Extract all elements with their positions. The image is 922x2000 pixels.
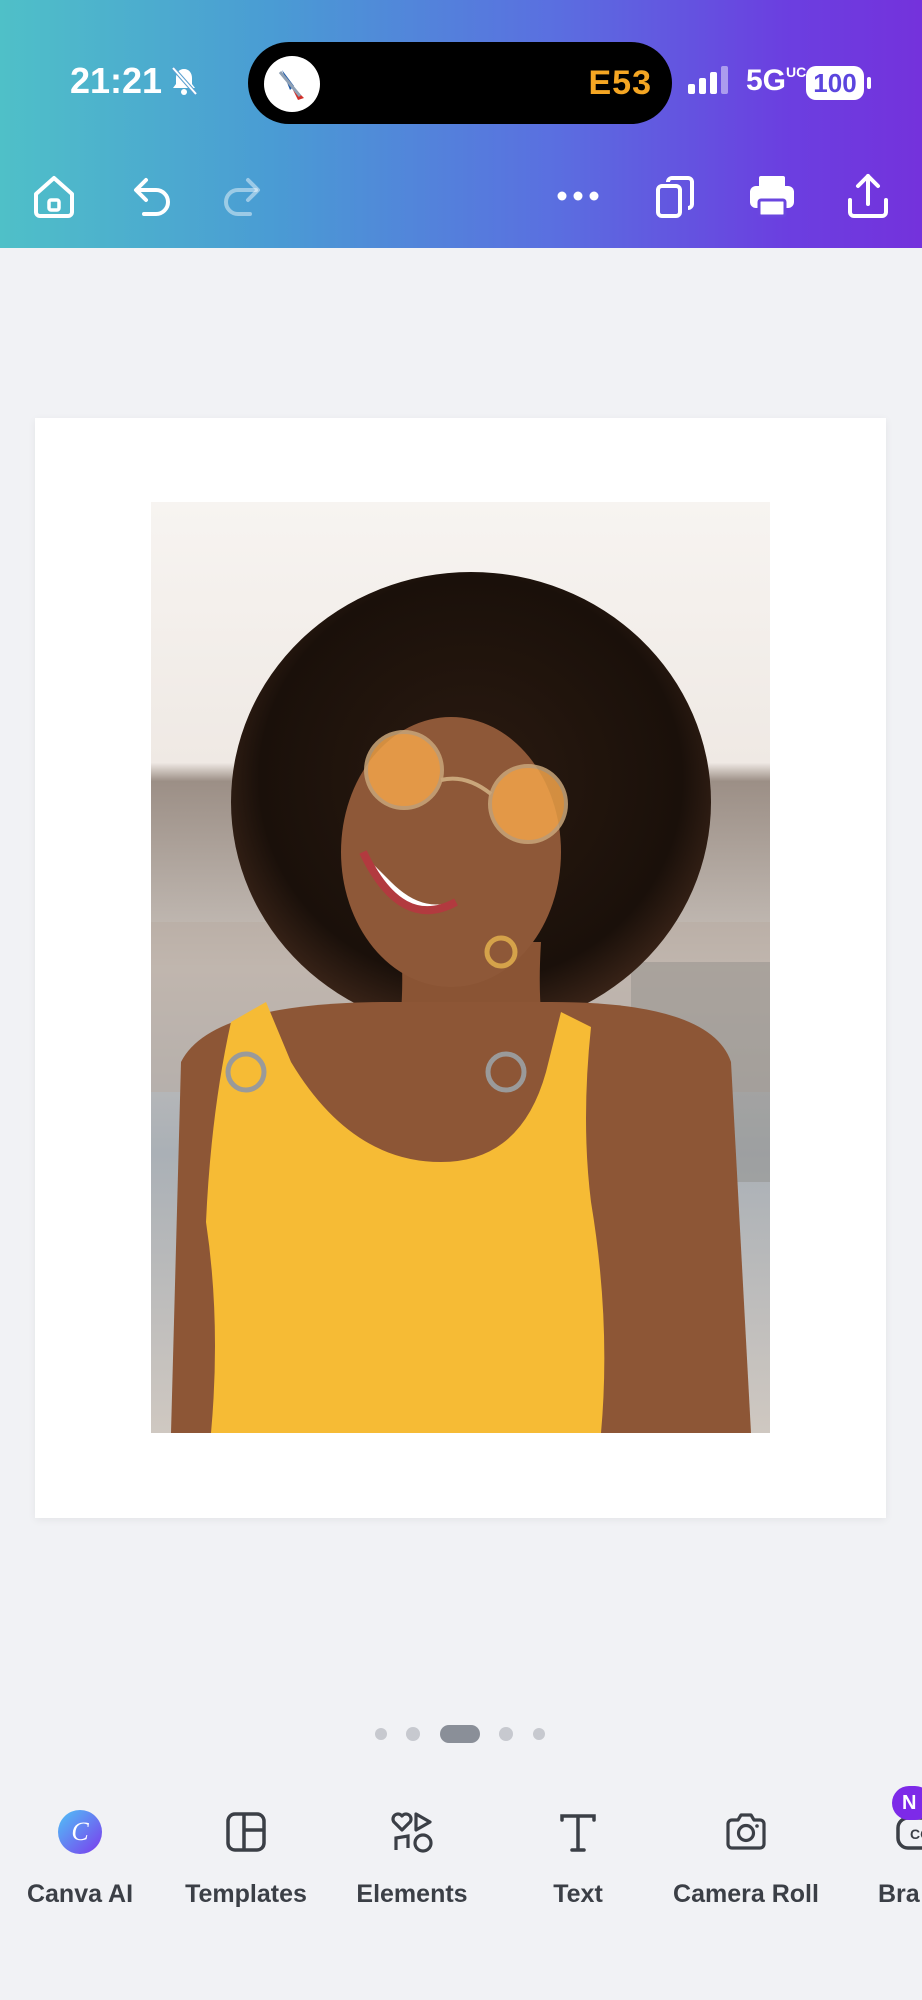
status-time: 21:21	[70, 60, 163, 101]
activity-text: E53	[588, 64, 652, 102]
toolbar-camera-roll[interactable]: Camera Roll	[666, 1808, 826, 1928]
toolbar-label: Templates	[185, 1880, 307, 1908]
page-dot[interactable]	[533, 1728, 545, 1740]
share-icon[interactable]	[840, 168, 896, 224]
svg-text:CO: CO	[910, 1826, 922, 1842]
home-icon[interactable]	[26, 168, 82, 224]
toolbar-brand[interactable]: CO Bra	[834, 1808, 922, 1928]
undo-icon[interactable]	[122, 168, 178, 224]
templates-icon	[226, 1812, 266, 1852]
editor-header: 21:21 E53 5GUC 100	[0, 0, 922, 248]
toolbar-label: Elements	[356, 1880, 468, 1908]
page-dot[interactable]	[499, 1727, 513, 1741]
page-dot[interactable]	[406, 1727, 420, 1741]
svg-text:C: C	[71, 1817, 89, 1846]
redo-icon[interactable]	[216, 168, 272, 224]
pages-icon[interactable]	[648, 168, 704, 224]
signal-icon	[688, 66, 728, 94]
print-icon[interactable]	[744, 168, 800, 224]
toolbar-canva-ai[interactable]: C Canva AI	[0, 1808, 160, 1928]
airline-app-icon	[264, 56, 320, 112]
silent-bell-icon	[171, 66, 198, 96]
toolbar-label: Canva AI	[26, 1880, 134, 1908]
page-dot-active[interactable]	[440, 1725, 480, 1743]
toolbar-elements[interactable]: Elements	[332, 1808, 492, 1928]
new-badge: N	[892, 1786, 922, 1820]
toolbar-label: Text	[553, 1880, 603, 1908]
toolbar-templates[interactable]: Templates	[166, 1808, 326, 1928]
canva-ai-icon: C	[58, 1810, 102, 1854]
design-page[interactable]	[35, 418, 886, 1518]
toolbar-text[interactable]: Text	[498, 1808, 658, 1928]
elements-icon	[391, 1812, 433, 1853]
page-indicator[interactable]	[0, 1722, 922, 1744]
network-label: 5GUC	[746, 64, 807, 97]
dynamic-island[interactable]: E53	[248, 42, 672, 124]
portrait-photo[interactable]	[151, 502, 770, 1433]
more-icon[interactable]	[550, 168, 606, 224]
battery-nub	[867, 77, 871, 89]
battery-indicator: 100	[806, 66, 864, 100]
text-icon	[560, 1814, 596, 1852]
toolbar-label: Bra	[878, 1880, 920, 1908]
toolbar-label: Camera Roll	[673, 1880, 819, 1908]
page-dot[interactable]	[375, 1728, 387, 1740]
camera-icon	[726, 1813, 766, 1850]
